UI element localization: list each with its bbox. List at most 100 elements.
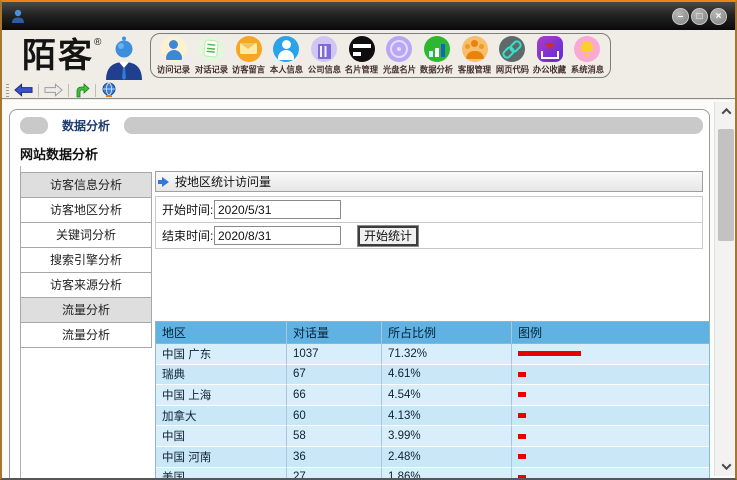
end-time-row: 结束时间: 开始统计 [155, 222, 703, 249]
percent-cell: 4.61% [382, 365, 512, 386]
globe-icon[interactable] [101, 82, 117, 98]
toolbar-item-card-management[interactable]: 名片管理 [343, 36, 380, 76]
sidebar-item-traffic-analysis[interactable]: 流量分析 [20, 322, 152, 348]
close-button[interactable]: × [710, 8, 727, 25]
toolbar-item-label: 访问记录 [156, 64, 190, 76]
toolbar-item-company-info[interactable]: 公司信息 [306, 36, 343, 76]
toolbar-item-label: 名片管理 [345, 64, 379, 76]
start-time-row: 开始时间: [155, 196, 703, 223]
app-icon [10, 8, 26, 24]
legend-cell [512, 406, 709, 427]
legend-bar [518, 434, 526, 439]
region-stats-table: 地区 对话量 所占比例 图例 中国 广东 1037 71.32% 瑞典 67 [155, 321, 710, 480]
toolbar-item-visit-records[interactable]: 访问记录 [155, 36, 192, 76]
tab-data-analysis[interactable]: 数据分析 [62, 117, 110, 134]
table-row[interactable]: 中国 上海 66 4.54% [156, 385, 709, 406]
sidebar-item-visitor-region-analysis[interactable]: 访客地区分析 [20, 197, 152, 223]
titlebar[interactable]: – □ × [2, 2, 735, 30]
legend-bar [518, 372, 526, 377]
tab-strip-left-pill[interactable] [20, 117, 48, 134]
back-icon[interactable] [14, 83, 33, 97]
toolbar-item-web-code[interactable]: 网页代码 [494, 36, 531, 76]
table-row[interactable]: 中国 广东 1037 71.32% [156, 344, 709, 365]
main-toolbar: 访问记录 对话记录 访客留言 本人信息 公司信息 名片管理 [150, 33, 611, 78]
toolbar-separator [68, 84, 69, 97]
toolbar-item-data-analysis[interactable]: 数据分析 [418, 36, 455, 76]
window-controls: – □ × [672, 8, 727, 25]
toolbar-item-my-info[interactable]: 本人信息 [268, 36, 305, 76]
legend-bar [518, 454, 526, 459]
sidebar-item-visitor-source-analysis[interactable]: 访客来源分析 [20, 272, 152, 298]
table-row[interactable]: 加拿大 60 4.13% [156, 406, 709, 427]
toolbar-separator [38, 84, 39, 97]
my-info-icon [273, 36, 299, 62]
tab-strip: 数据分析 [20, 117, 703, 134]
maximize-button[interactable]: □ [691, 8, 708, 25]
sidebar-item-traffic-analysis-group[interactable]: 流量分析 [20, 297, 152, 323]
toolbar-item-visitor-messages[interactable]: 访客留言 [230, 36, 267, 76]
table-row[interactable]: 瑞典 67 4.61% [156, 365, 709, 386]
toolbar-item-disc-card[interactable]: 光盘名片 [381, 36, 418, 76]
section-title: 网站数据分析 [20, 144, 98, 163]
toolbar-item-chat-records[interactable]: 对话记录 [193, 36, 230, 76]
column-header-region: 地区 [156, 322, 287, 344]
region-cell: 美国 [156, 468, 287, 480]
office-favorites-icon [537, 36, 563, 62]
legend-cell [512, 447, 709, 468]
region-cell: 中国 [156, 426, 287, 447]
minimize-button[interactable]: – [672, 8, 689, 25]
sidebar-item-keyword-analysis[interactable]: 关键词分析 [20, 222, 152, 248]
navigation-toolbar [2, 82, 735, 99]
analysis-sidebar: 访客信息分析 访客地区分析 关键词分析 搜索引擎分析 访客来源分析 流量分析 流… [20, 172, 152, 348]
vertical-scrollbar[interactable] [714, 102, 736, 476]
start-time-label: 开始时间: [162, 201, 214, 218]
panel-title: 按地区统计访问量 [175, 173, 271, 190]
column-header-legend: 图例 [512, 322, 709, 344]
toolbar-item-label: 数据分析 [420, 64, 454, 76]
toolbar-separator [95, 84, 96, 97]
scrollbar-thumb[interactable] [718, 129, 734, 241]
dialogs-cell: 67 [287, 365, 382, 386]
toolbar-item-label: 本人信息 [269, 64, 303, 76]
toolbar-item-office-favorites[interactable]: 办公收藏 [531, 36, 568, 76]
start-time-input[interactable] [214, 200, 341, 219]
refresh-arrow-icon[interactable] [74, 83, 90, 98]
toolbar-grip[interactable] [6, 84, 9, 97]
toolbar-item-system-messages[interactable]: 系统消息 [569, 36, 606, 76]
table-row[interactable]: 中国 58 3.99% [156, 426, 709, 447]
dialogs-cell: 58 [287, 426, 382, 447]
toolbar-item-label: 公司信息 [307, 64, 341, 76]
web-code-icon [499, 36, 525, 62]
legend-bar [518, 475, 526, 480]
end-time-input[interactable] [214, 226, 341, 245]
disc-card-icon [386, 36, 412, 62]
region-cell: 瑞典 [156, 365, 287, 386]
sidebar-item-search-engine-analysis[interactable]: 搜索引擎分析 [20, 247, 152, 273]
dialogs-cell: 27 [287, 468, 382, 480]
scroll-up-button[interactable] [715, 102, 737, 121]
blue-arrow-icon [162, 177, 169, 187]
brand-name: 陌客 [22, 34, 94, 78]
data-analysis-panel: 数据分析 网站数据分析 访客信息分析 访客地区分析 关键词分析 搜索引擎分析 访… [9, 109, 710, 478]
toolbar-item-service-management[interactable]: 客服管理 [456, 36, 493, 76]
app-window: – □ × 陌客 ® 访问记录 对话记录 [0, 0, 737, 480]
forward-icon[interactable] [44, 83, 63, 97]
visit-records-icon [161, 36, 187, 62]
workspace: 数据分析 网站数据分析 访客信息分析 访客地区分析 关键词分析 搜索引擎分析 访… [2, 100, 735, 478]
sidebar-item-visitor-info-analysis[interactable]: 访客信息分析 [20, 172, 152, 198]
column-header-dialogs: 对话量 [287, 322, 382, 344]
scroll-down-button[interactable] [715, 457, 737, 476]
toolbar-item-label: 访客留言 [232, 64, 266, 76]
data-analysis-icon [424, 36, 450, 62]
dialogs-cell: 1037 [287, 344, 382, 365]
toolbar-item-label: 办公收藏 [533, 64, 567, 76]
start-statistics-button[interactable]: 开始统计 [357, 225, 419, 247]
region-cell: 中国 广东 [156, 344, 287, 365]
panel-header: 按地区统计访问量 [155, 171, 703, 192]
legend-cell [512, 468, 709, 480]
region-cell: 加拿大 [156, 406, 287, 427]
table-row[interactable]: 中国 河南 36 2.48% [156, 447, 709, 468]
tab-strip-right-pill[interactable] [124, 117, 703, 134]
table-row[interactable]: 美国 27 1.86% [156, 468, 709, 480]
toolbar-section: 陌客 ® 访问记录 对话记录 访客留言 [2, 30, 735, 82]
